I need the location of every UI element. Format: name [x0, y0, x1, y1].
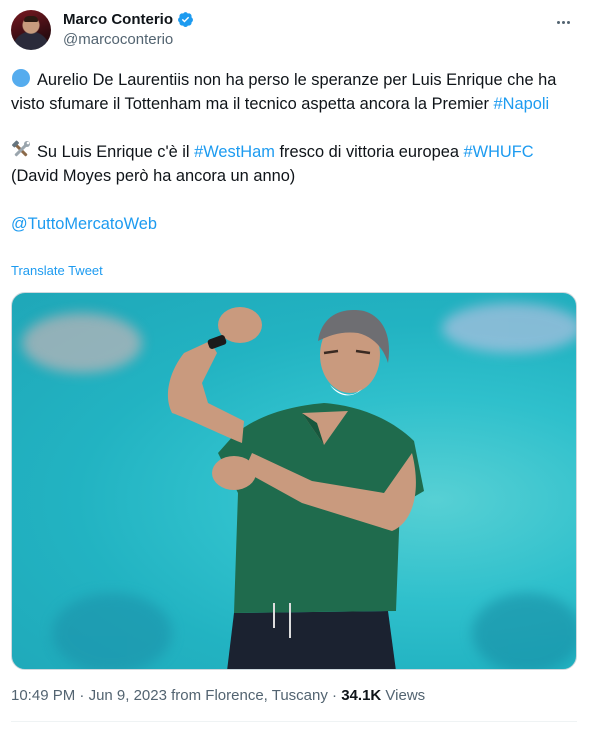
tweet-meta: 10:49 PM · Jun 9, 2023 from Florence, Tu… — [11, 687, 425, 704]
translate-tweet-link[interactable]: Translate Tweet — [11, 263, 103, 278]
tweet-text: Aurelio De Laurentiis non ha perso le sp… — [11, 68, 576, 236]
hashtag-westham[interactable]: #WestHam — [194, 143, 275, 161]
hammer-and-wrench-icon — [12, 140, 30, 157]
tweet-line-2-middle: fresco di vittoria europea — [279, 143, 459, 161]
tweet-line-2-prefix: Su Luis Enrique c'è il — [37, 143, 190, 161]
tweet-date[interactable]: Jun 9, 2023 — [89, 687, 167, 704]
tweet-line-1: Aurelio De Laurentiis non ha perso le sp… — [11, 71, 557, 113]
tweet-location: from Florence, Tuscany — [171, 687, 328, 704]
views-count: 34.1K — [341, 687, 382, 704]
tweet-paragraph-3: @TuttoMercatoWeb — [11, 212, 576, 236]
tweet-line-3: (David Moyes però ha ancora un anno) — [11, 167, 296, 185]
blue-circle-icon — [12, 69, 30, 87]
avatar[interactable] — [11, 10, 51, 50]
meta-separator: · — [79, 687, 85, 704]
views-label: Views — [385, 687, 426, 704]
display-name[interactable]: Marco Conterio — [63, 11, 173, 28]
name-row: Marco Conterio — [63, 11, 194, 28]
tweet-header: Marco Conterio @marcoconterio — [11, 10, 583, 52]
tweet-paragraph-1: Aurelio De Laurentiis non ha perso le sp… — [11, 68, 576, 116]
tweet-photo[interactable] — [11, 292, 577, 670]
tweet-time[interactable]: 10:49 PM — [11, 687, 75, 704]
hashtag-napoli[interactable]: #Napoli — [494, 95, 550, 113]
user-handle[interactable]: @marcoconterio — [63, 31, 173, 48]
verified-badge-icon — [178, 12, 193, 27]
mention-tuttomercatoweb[interactable]: @TuttoMercatoWeb — [11, 215, 157, 233]
tweet-paragraph-2: Su Luis Enrique c'è il #WestHam fresco d… — [11, 140, 576, 188]
more-options-icon[interactable] — [553, 12, 573, 32]
meta-separator-2: · — [332, 687, 338, 704]
hashtag-whufc[interactable]: #WHUFC — [464, 143, 534, 161]
coach-celebrating-figure — [167, 307, 424, 669]
divider — [11, 721, 577, 722]
